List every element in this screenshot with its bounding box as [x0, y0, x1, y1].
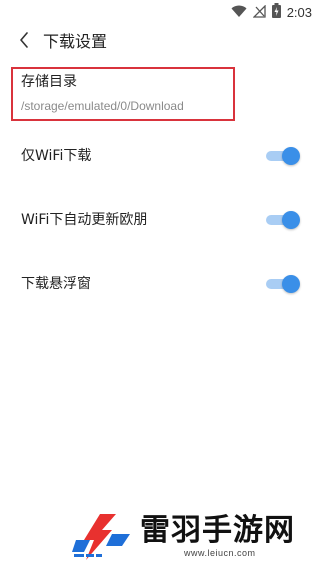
- watermark-url: www.leiucn.com: [184, 548, 256, 558]
- watermark: 雷羽手游网 www.leiucn.com: [72, 512, 312, 564]
- page-title: 下载设置: [43, 32, 108, 51]
- storage-directory-path: /storage/emulated/0/Download: [21, 99, 184, 113]
- setting-row-floating-window[interactable]: 下载悬浮窗: [0, 266, 320, 302]
- setting-row-wifi-only[interactable]: 仅WiFi下载: [0, 138, 320, 174]
- status-bar: 2:03: [0, 0, 320, 24]
- setting-label: 仅WiFi下载: [21, 148, 92, 164]
- wifi-icon: [231, 3, 247, 22]
- setting-row-auto-update[interactable]: WiFi下自动更新欧朋: [0, 202, 320, 238]
- floating-window-toggle[interactable]: [266, 275, 300, 293]
- setting-label: 下载悬浮窗: [21, 276, 91, 292]
- chevron-left-icon: [19, 32, 29, 52]
- storage-directory-title[interactable]: 存储目录: [21, 72, 77, 92]
- toggle-thumb: [282, 275, 300, 293]
- status-time: 2:03: [286, 4, 312, 20]
- watermark-brand: 雷羽手游网: [140, 513, 295, 548]
- setting-label: WiFi下自动更新欧朋: [21, 212, 148, 228]
- auto-update-toggle[interactable]: [266, 211, 300, 229]
- wifi-only-toggle[interactable]: [266, 147, 300, 165]
- toggle-thumb: [282, 211, 300, 229]
- app-bar: 下载设置: [0, 24, 320, 60]
- toggle-thumb: [282, 147, 300, 165]
- battery-charging-icon: [271, 2, 281, 22]
- brand-logo-icon: [72, 512, 132, 562]
- signal-off-icon: [252, 3, 266, 22]
- back-button[interactable]: [12, 30, 36, 54]
